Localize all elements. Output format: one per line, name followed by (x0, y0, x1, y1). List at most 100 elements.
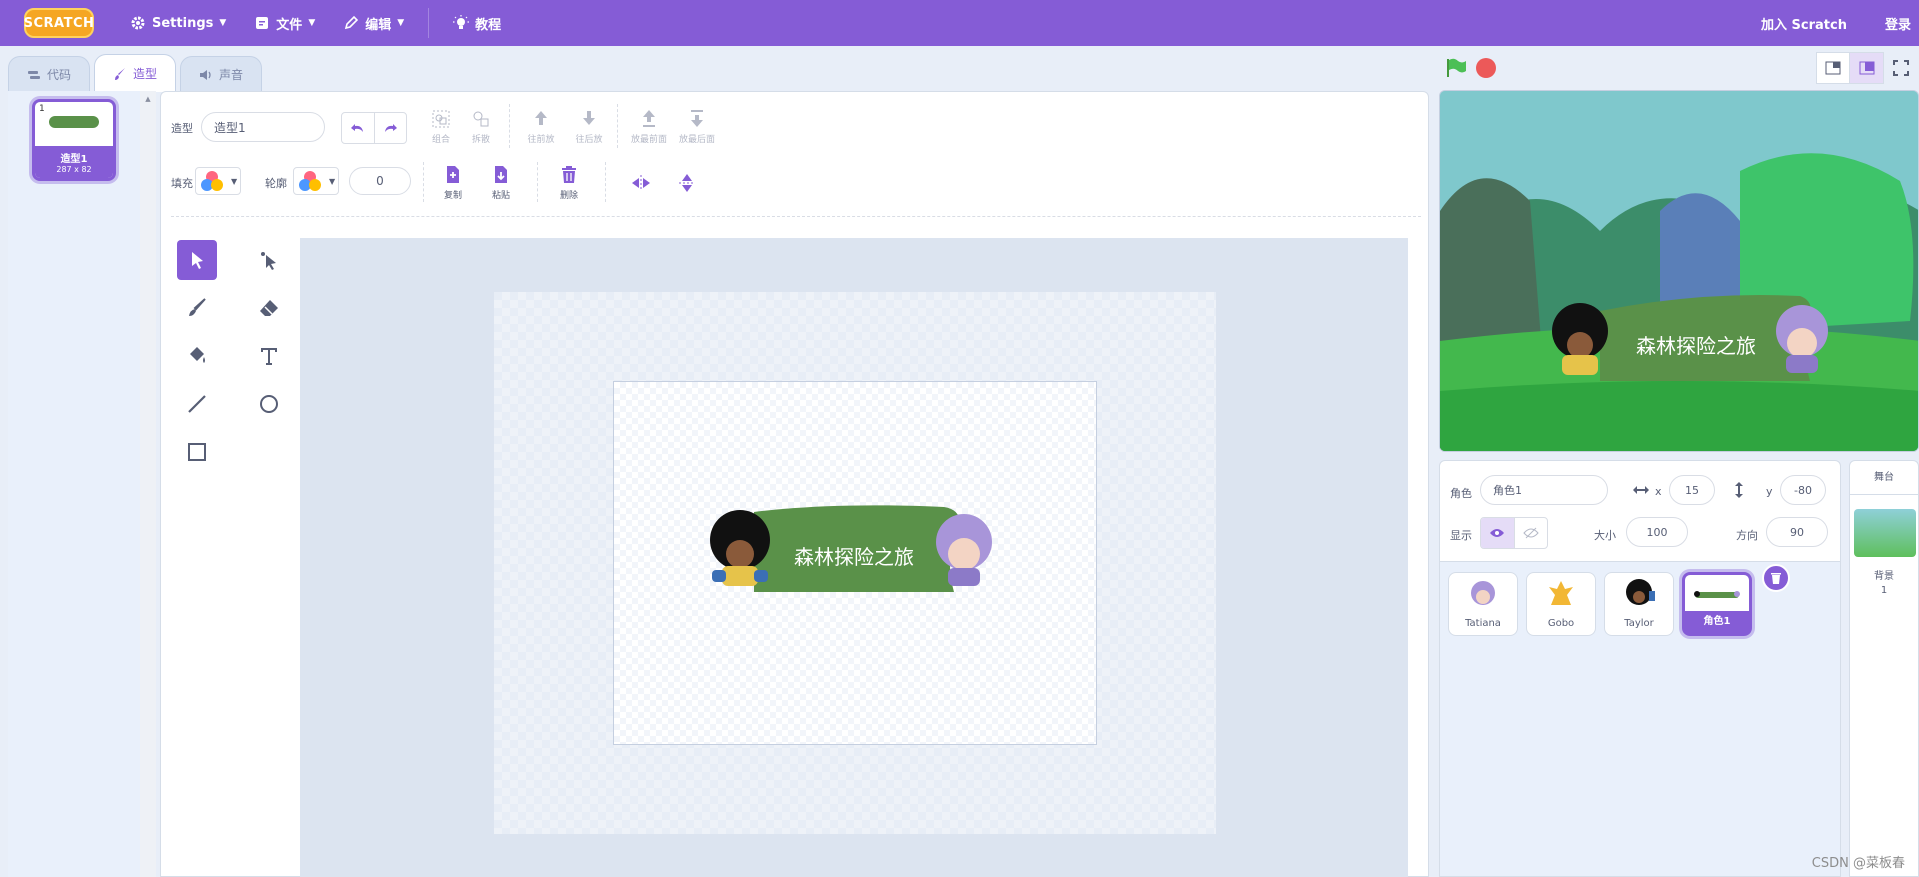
costume-number: 1 (39, 104, 45, 114)
taylor-character (710, 510, 770, 586)
gear-icon (131, 16, 145, 30)
reshape-icon (261, 252, 276, 270)
fill-color-picker[interactable]: ▼ (195, 167, 241, 195)
show-sprite-button[interactable] (1481, 518, 1514, 548)
paint-canvas[interactable]: 森林探险之旅 (613, 381, 1097, 745)
sprite-name-input[interactable]: 角色1 (1480, 475, 1608, 505)
arrow-down-icon (583, 111, 595, 125)
backward-button[interactable]: 往后放 (567, 108, 611, 145)
chevron-down-icon: ▼ (397, 18, 405, 28)
forward-button[interactable]: 往前放 (519, 108, 563, 145)
outline-color-picker[interactable]: ▼ (293, 167, 339, 195)
text-tool[interactable] (249, 336, 289, 376)
direction-input[interactable]: 90 (1766, 517, 1828, 547)
eye-slash-icon (1523, 527, 1539, 539)
settings-menu[interactable]: Settings ▼ (116, 0, 240, 46)
copy-button[interactable]: 复制 (431, 164, 475, 201)
costume-name: 造型1 (60, 154, 88, 165)
rectangle-tool[interactable] (177, 432, 217, 472)
size-input[interactable]: 100 (1626, 517, 1688, 547)
delete-sprite-button[interactable] (1762, 564, 1790, 592)
vertical-arrows-icon (1735, 482, 1743, 498)
join-scratch-link[interactable]: 加入 Scratch (1751, 0, 1875, 46)
hide-sprite-button[interactable] (1513, 518, 1548, 548)
x-input[interactable]: 15 (1669, 475, 1715, 505)
fill-color-swatch (199, 170, 225, 192)
large-stage-button[interactable] (1850, 52, 1884, 84)
scratch-logo[interactable]: SCRATCH (24, 8, 94, 38)
banner-title: 森林探险之旅 (794, 545, 914, 569)
delete-button[interactable]: 删除 (547, 164, 591, 201)
sign-in-link[interactable]: 登录 (1875, 0, 1919, 46)
sprite-tile-tatiana[interactable]: Tatiana (1448, 572, 1518, 636)
stage-scene: 森林探险之旅 (1440, 91, 1918, 451)
size-label: 大小 (1594, 529, 1616, 542)
select-tool[interactable] (177, 240, 217, 280)
forward-label: 往前放 (527, 135, 555, 145)
toolbar-divider (605, 162, 606, 202)
undo-button[interactable] (342, 113, 374, 143)
show-label: 显示 (1450, 529, 1472, 542)
stage-target-pane[interactable]: 舞台 背景 1 (1849, 460, 1919, 877)
undo-redo-group (341, 112, 407, 144)
backdrop-thumbnail (1854, 509, 1916, 557)
edit-menu[interactable]: 编辑 ▼ (329, 0, 418, 46)
front-button[interactable]: 放最前面 (627, 108, 671, 145)
costume-footer: 造型1 287 x 82 (35, 146, 113, 178)
paste-label: 粘贴 (491, 191, 510, 201)
menu-bar: SCRATCH Settings ▼ 文件 ▼ 编辑 ▼ 教程 加入 Scrat… (0, 0, 1919, 46)
front-label: 放最前面 (630, 135, 667, 145)
tab-costumes[interactable]: 造型 (94, 54, 176, 92)
redo-button[interactable] (373, 113, 407, 143)
show-toggle (1480, 517, 1548, 549)
paste-button[interactable]: 粘贴 (479, 164, 523, 201)
stop-sign-icon (1476, 58, 1496, 78)
stop-button[interactable] (1475, 57, 1497, 82)
sprite-tile-selected[interactable]: 角色1 (1682, 572, 1752, 636)
circle-tool[interactable] (249, 384, 289, 424)
text-icon (261, 348, 277, 365)
fullscreen-button[interactable] (1884, 52, 1918, 84)
small-stage-button[interactable] (1816, 52, 1850, 84)
flip-horizontal-button[interactable] (619, 172, 663, 196)
chevron-down-icon: ▼ (219, 18, 227, 28)
costume-thumbnail (49, 116, 99, 128)
arrow-up-icon (535, 111, 547, 125)
group-button[interactable]: 组合 (419, 108, 463, 145)
chevron-down-icon: ▼ (308, 18, 316, 28)
reshape-tool[interactable] (249, 240, 289, 280)
eraser-tool[interactable] (249, 288, 289, 328)
line-tool[interactable] (177, 384, 217, 424)
sprite-thumbnail (1694, 591, 1740, 598)
file-menu[interactable]: 文件 ▼ (240, 0, 329, 46)
back-button[interactable]: 放最后面 (675, 108, 719, 145)
chevron-down-icon: ▼ (329, 176, 336, 186)
watermark: CSDN @菜板春 (1811, 856, 1905, 871)
outline-width-input[interactable]: 0 (349, 167, 411, 195)
flip-vertical-button[interactable] (665, 172, 709, 196)
tab-sounds[interactable]: 声音 (180, 56, 262, 92)
toolbar-divider (617, 104, 618, 148)
costume-name-label: 造型 (171, 122, 193, 135)
horizontal-arrows-icon (1633, 486, 1649, 494)
costume-tile[interactable]: 1 造型1 287 x 82 (32, 99, 116, 181)
costume-list-scrollbar[interactable]: ▲ (140, 91, 156, 877)
stage-banner-title: 森林探险之旅 (1636, 334, 1756, 358)
fill-tool[interactable] (177, 336, 217, 376)
edit-label: 编辑 (365, 17, 392, 33)
tab-code[interactable]: 代码 (8, 56, 90, 92)
ungroup-button[interactable]: 拆散 (459, 108, 503, 145)
stage-target-header: 舞台 (1850, 461, 1918, 495)
sprite-tile-gobo[interactable]: Gobo (1526, 572, 1596, 636)
tutorials-menu[interactable]: 教程 (439, 0, 515, 46)
menu-divider (428, 8, 430, 38)
y-input[interactable]: -80 (1780, 475, 1826, 505)
scroll-up-arrow[interactable]: ▲ (140, 95, 156, 103)
stage-canvas[interactable]: 森林探险之旅 (1439, 90, 1919, 452)
small-stage-icon (1825, 61, 1841, 75)
costume-name-input[interactable]: 造型1 (201, 112, 325, 142)
toolbar-divider (423, 162, 424, 202)
sprite-tile-taylor[interactable]: Taylor (1604, 572, 1674, 636)
green-flag-button[interactable] (1444, 56, 1468, 83)
brush-tool[interactable] (177, 288, 217, 328)
